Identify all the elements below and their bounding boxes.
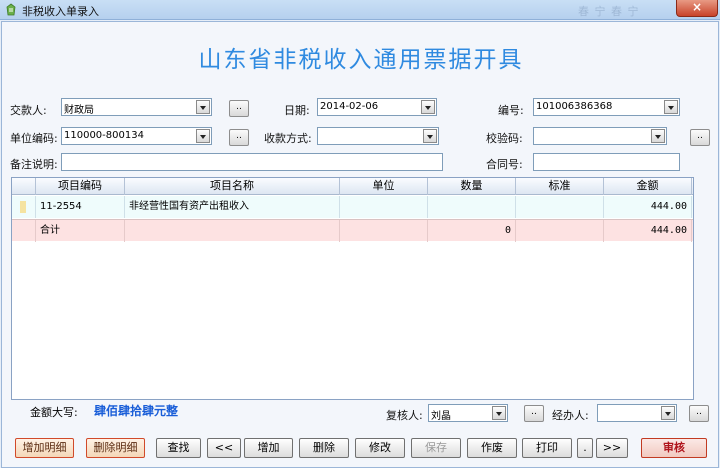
unit-code-select[interactable]: 110000-800134 <box>61 127 212 145</box>
unit-code-value: 110000-800134 <box>64 130 144 141</box>
chevron-down-icon[interactable] <box>651 129 665 143</box>
checksum-label: 校验码: <box>486 132 523 145</box>
date-value: 2014-02-06 <box>320 101 379 112</box>
pay-method-select[interactable] <box>317 127 439 145</box>
total-unit <box>340 220 428 242</box>
remark-label: 备注说明: <box>10 158 58 171</box>
row-indicator-header <box>12 178 36 195</box>
number-select[interactable]: 101006386368 <box>533 98 680 116</box>
title-ghost-text: 春 宁 春 宁 <box>578 5 640 18</box>
cell-unit[interactable] <box>340 196 428 218</box>
col-standard[interactable]: 标准 <box>516 178 604 195</box>
table-header: 项目编码 项目名称 单位 数量 标准 金额 <box>12 178 693 195</box>
reviewer-label: 复核人: <box>386 409 423 422</box>
chevron-down-icon[interactable] <box>661 406 675 420</box>
handler-select[interactable] <box>597 404 677 422</box>
unit-code-browse-button[interactable]: .. <box>229 129 249 146</box>
cell-item-code[interactable]: 11-2554 <box>36 196 125 218</box>
cell-item-name[interactable]: 非经营性国有资产出租收入 <box>125 196 340 218</box>
payer-label: 交款人: <box>10 104 47 117</box>
delete-button[interactable]: 删除 <box>299 438 349 458</box>
page-title: 山东省非税收入通用票据开具 <box>198 47 524 73</box>
window-title: 非税收入单录入 <box>22 5 99 18</box>
chevron-down-icon[interactable] <box>664 100 678 114</box>
more-button[interactable]: . <box>577 438 593 458</box>
cell-qty[interactable] <box>428 196 516 218</box>
date-label: 日期: <box>284 104 310 117</box>
cell-amount[interactable]: 444.00 <box>604 196 692 218</box>
table-row[interactable]: 11-2554 非经营性国有资产出租收入 444.00 <box>12 196 693 218</box>
chevron-down-icon[interactable] <box>196 100 210 114</box>
close-button[interactable]: × <box>676 0 718 17</box>
contract-label: 合同号: <box>486 158 523 171</box>
remark-input[interactable] <box>61 153 443 171</box>
date-picker[interactable]: 2014-02-06 <box>317 98 437 116</box>
contract-input[interactable] <box>533 153 680 171</box>
col-unit[interactable]: 单位 <box>340 178 428 195</box>
items-table[interactable]: 项目编码 项目名称 单位 数量 标准 金额 11-2554 非经营性国有资产出租… <box>11 177 694 400</box>
amount-upper-label: 金额大写: <box>30 406 78 419</box>
col-qty[interactable]: 数量 <box>428 178 516 195</box>
add-detail-button[interactable]: 增加明细 <box>15 438 74 458</box>
row-indicator[interactable] <box>12 196 36 218</box>
number-value: 101006386368 <box>536 101 613 112</box>
first-record-button[interactable]: << <box>207 438 241 458</box>
col-item-code[interactable]: 项目编码 <box>36 178 125 195</box>
col-item-name[interactable]: 项目名称 <box>125 178 340 195</box>
chevron-down-icon[interactable] <box>421 100 435 114</box>
void-button[interactable]: 作废 <box>467 438 517 458</box>
row-selector-icon <box>20 201 26 213</box>
total-indicator <box>12 220 36 242</box>
search-button[interactable]: 查找 <box>156 438 201 458</box>
chevron-down-icon[interactable] <box>423 129 437 143</box>
reviewer-value: 刘晶 <box>431 411 451 422</box>
payer-select[interactable]: 财政局 <box>61 98 212 116</box>
number-label: 编号: <box>498 104 524 117</box>
total-label: 合计 <box>36 220 125 242</box>
edit-button[interactable]: 修改 <box>355 438 405 458</box>
print-button[interactable]: 打印 <box>522 438 572 458</box>
save-button: 保存 <box>411 438 461 458</box>
checksum-browse-button[interactable]: .. <box>690 129 710 146</box>
reviewer-select[interactable]: 刘晶 <box>428 404 508 422</box>
last-record-button[interactable]: >> <box>596 438 628 458</box>
amount-upper-value: 肆佰肆拾肆元整 <box>94 404 179 418</box>
chevron-down-icon[interactable] <box>196 129 210 143</box>
chevron-down-icon[interactable] <box>492 406 506 420</box>
app-icon <box>6 3 16 16</box>
handler-label: 经办人: <box>552 409 589 422</box>
form-panel: 山东省非税收入通用票据开具 交款人: 财政局 .. 日期: 2014-02-06… <box>1 21 719 468</box>
handler-browse-button[interactable]: .. <box>689 405 709 422</box>
total-amount: 444.00 <box>604 220 692 242</box>
checksum-select[interactable] <box>533 127 667 145</box>
audit-button[interactable]: 审核 <box>641 438 707 458</box>
col-amount[interactable]: 金额 <box>604 178 692 195</box>
payer-value: 财政局 <box>64 105 94 116</box>
payer-browse-button[interactable]: .. <box>229 100 249 117</box>
total-qty: 0 <box>428 220 516 242</box>
cell-standard[interactable] <box>516 196 604 218</box>
total-row: 合计 0 444.00 <box>12 219 693 242</box>
add-button[interactable]: 增加 <box>244 438 293 458</box>
pay-method-label: 收款方式: <box>264 132 312 145</box>
total-standard <box>516 220 604 242</box>
reviewer-browse-button[interactable]: .. <box>524 405 544 422</box>
total-name <box>125 220 340 242</box>
title-bar: 非税收入单录入 春 宁 春 宁 × <box>0 0 720 20</box>
delete-detail-button[interactable]: 删除明细 <box>86 438 145 458</box>
unit-code-label: 单位编码: <box>10 132 58 145</box>
